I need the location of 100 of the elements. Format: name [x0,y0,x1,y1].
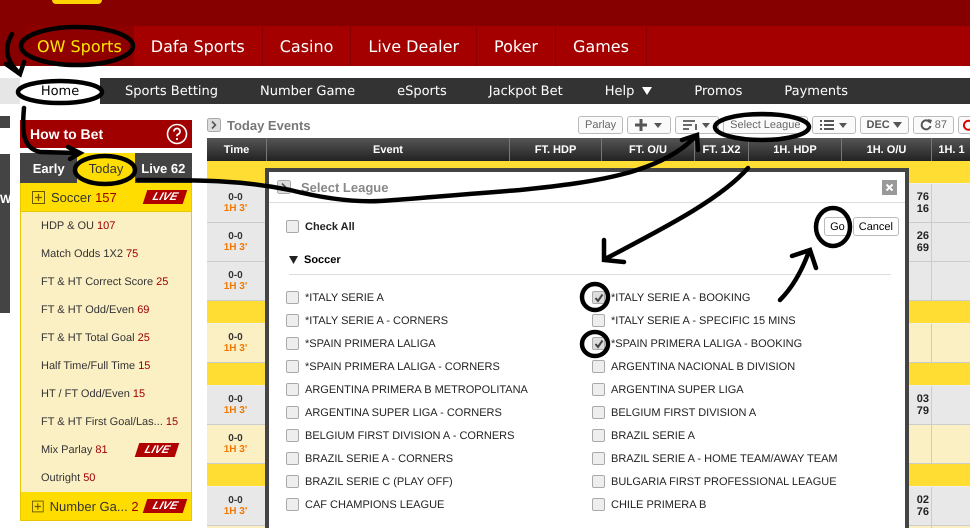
odds-value[interactable]: 16 [916,203,929,215]
checkbox[interactable] [286,220,299,233]
expand-icon[interactable] [32,500,44,512]
nav-tab[interactable]: Live Dealer [351,26,478,66]
toolbar-button[interactable]: Parlay [578,116,624,134]
score-text: 0-0 [228,332,243,343]
dialog-title: Select League [301,180,390,194]
market-item[interactable]: Mix Parlay 81 LIVE [20,436,192,464]
highlight-ellipse [580,282,610,312]
market-item[interactable]: Outright 50 [20,464,192,492]
market-item[interactable]: HT / FT Odd/Even 15 [20,380,192,408]
checkbox[interactable] [286,314,299,327]
sport-row[interactable]: Number Ga... 2 LIVE [20,492,192,521]
league-name: *SPAIN PRIMERA LALIGA - CORNERS [305,360,500,372]
checkbox[interactable] [286,291,299,304]
how-to-bet-header[interactable]: How to Bet [20,120,192,148]
plus-caret-icon [634,119,664,131]
market-item[interactable]: FT & HT First Goal/Las... 15 [20,408,192,436]
league-name: CAF CHAMPIONS LEAGUE [305,498,444,510]
market-item[interactable]: FT & HT Odd/Even 69 [20,296,192,324]
nav-tab[interactable]: Dafa Sports [134,26,263,66]
league-name: BULGARIA FIRST PROFESSIONAL LEAGUE [611,476,837,488]
live-badge: LIVE [134,443,180,457]
market-item[interactable]: FT & HT Correct Score 25 [20,268,192,296]
group-toggle[interactable]: Soccer [289,254,891,275]
odds-value[interactable]: 79 [916,405,929,417]
odds-value[interactable]: 69 [916,242,929,254]
score-text: 0-0 [228,495,243,506]
market-item[interactable]: HDP & OU 107 [20,212,192,240]
match-clock: 1H 3' [224,444,248,455]
expand-icon[interactable] [32,190,45,204]
odds-format-button[interactable]: DEC [860,116,909,134]
nav-tab[interactable]: eSports [376,78,468,104]
checkbox[interactable] [592,406,605,419]
checkbox[interactable] [592,383,605,396]
match-clock: 1H 3' [224,343,248,354]
market-item[interactable]: Match Odds 1X2 75 [20,240,192,268]
checkbox[interactable] [286,406,299,419]
odds-value[interactable]: 03 [916,393,929,405]
league-name: *ITALY SERIE A [305,292,384,304]
checkbox[interactable] [286,360,299,373]
list-menu-button[interactable] [812,116,856,134]
sort-menu-button[interactable] [675,116,720,134]
checkbox[interactable] [592,475,605,488]
nav-tab[interactable]: Poker [477,26,556,66]
refresh-button[interactable]: 87 [912,116,954,134]
league-name: ARGENTINA SUPER LIGA - CORNERS [305,406,502,418]
score-text: 0-0 [228,270,243,281]
match-clock: 1H 3' [224,242,248,253]
checkbox[interactable] [286,475,299,488]
highlight-ellipse [580,330,610,358]
nav-tab[interactable]: Promos [673,78,764,104]
league-name: BELGIUM FIRST DIVISION A - CORNERS [305,430,514,442]
checkbox-label: Check All [305,220,355,232]
dialog-button[interactable]: Cancel [852,217,899,236]
sport-tab[interactable]: Live 62 [134,153,192,183]
refresh-icon [920,119,932,131]
checkbox[interactable] [286,429,299,442]
odds-value[interactable]: 76 [916,191,929,203]
market-item[interactable]: Half Time/Full Time 15 [20,352,192,380]
league-name: CHILE PRIMERA B [611,498,706,510]
league-name: BRAZIL SERIE C (PLAY OFF) [305,476,453,488]
market-item[interactable]: FT & HT Total Goal 25 [20,324,192,352]
nav-tab[interactable]: Games [556,26,647,66]
nav-tab[interactable]: Casino [262,26,352,66]
checkbox[interactable] [286,452,299,465]
league-name: *SPAIN PRIMERA LALIGA - BOOKING [611,338,802,350]
odds-value[interactable]: 26 [916,230,929,242]
help-icon[interactable] [166,123,188,145]
checkbox[interactable] [592,337,605,350]
nav-tab[interactable]: Sports Betting [104,78,240,104]
odds-value[interactable]: 02 [916,494,929,506]
checkbox[interactable] [286,337,299,350]
sport-row[interactable]: Soccer 157 LIVE [20,183,192,212]
league-name: *SPAIN PRIMERA LALIGA [305,338,436,350]
add-menu-button[interactable] [627,116,672,134]
nav-tab[interactable]: Payments [763,78,870,104]
sport-name: Soccer 157 [51,190,118,204]
live-badge: LIVE [142,190,188,204]
hand-drawn-arrow [20,106,82,162]
nav-tab[interactable]: Jackpot Bet [468,78,584,104]
checkbox[interactable] [592,314,605,327]
odds-value[interactable]: 76 [916,506,929,518]
nav-tab[interactable]: Number Game [239,78,376,104]
checkbox[interactable] [286,383,299,396]
nav-tab[interactable]: Help [584,78,674,104]
checkbox[interactable] [592,452,605,465]
league-name: ARGENTINA PRIMERA B METROPOLITANA [305,384,528,396]
close-icon[interactable] [882,180,897,194]
hand-drawn-arrow [4,32,26,76]
sport-tab[interactable]: Early [20,153,78,183]
sort-caret-icon [682,119,712,131]
checkbox[interactable] [592,360,605,373]
checkbox[interactable] [592,498,605,511]
highlight-ellipse [72,154,138,186]
checkbox[interactable] [592,291,605,304]
match-clock: 1H 3' [224,281,248,292]
checkbox[interactable] [592,429,605,442]
score-text: 0-0 [228,433,243,444]
checkbox[interactable] [286,498,299,511]
